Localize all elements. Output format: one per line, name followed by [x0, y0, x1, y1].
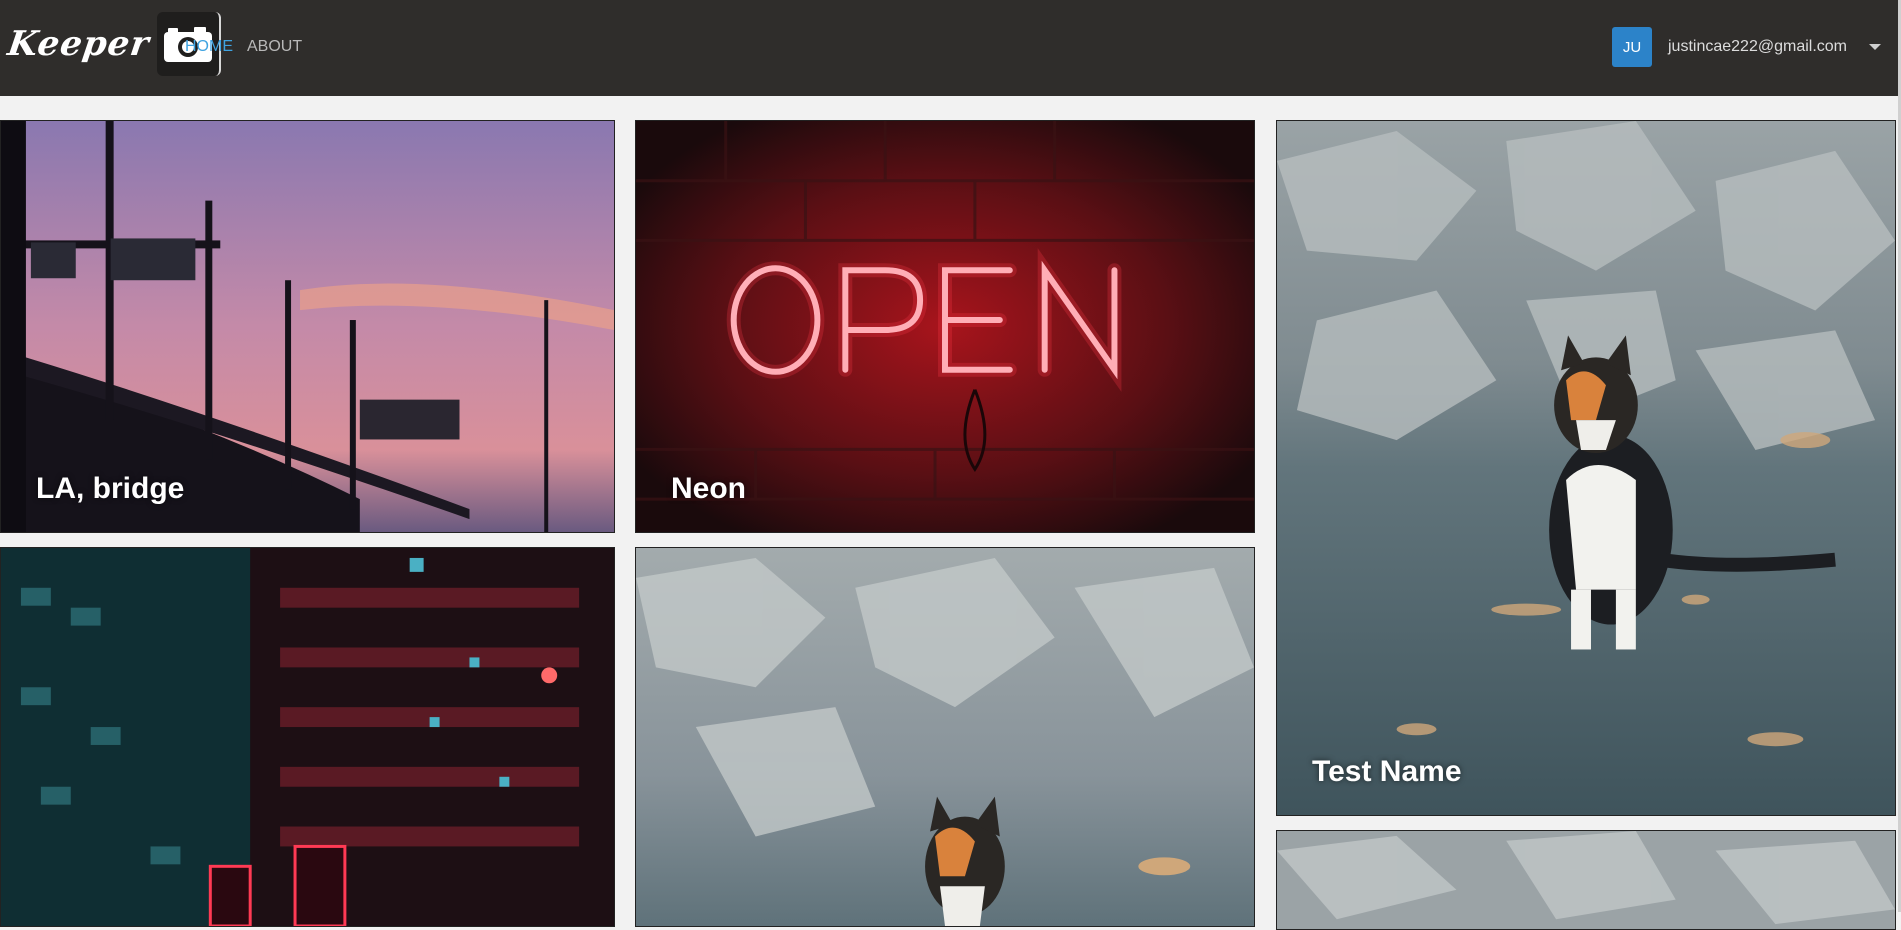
- gallery-card-test-name[interactable]: Test Name: [1276, 120, 1896, 816]
- user-email: justincae222@gmail.com: [1668, 38, 1847, 55]
- gallery-card-neon[interactable]: Neon: [635, 120, 1255, 533]
- gallery-card-cat-2[interactable]: [635, 547, 1255, 927]
- night-city-image: [1, 548, 614, 926]
- gallery-card-6[interactable]: [1276, 830, 1896, 930]
- rock-image: [1277, 831, 1895, 929]
- card-title: Test Name: [1312, 755, 1462, 788]
- calico-cat-image: [1277, 121, 1895, 815]
- nav-home-link[interactable]: HOME: [185, 38, 233, 56]
- brand-name: Keeper: [5, 24, 153, 64]
- neon-open-sign-image: [636, 121, 1254, 532]
- main-nav: HOME ABOUT: [185, 38, 302, 56]
- calico-cat-image-2: [636, 548, 1254, 926]
- user-menu[interactable]: JU justincae222@gmail.com: [1612, 27, 1881, 67]
- nav-about-link[interactable]: ABOUT: [247, 38, 302, 56]
- avatar[interactable]: JU: [1612, 27, 1652, 67]
- gallery-card-night-city[interactable]: [0, 547, 615, 927]
- card-title: Neon: [671, 472, 746, 505]
- sunset-bridge-image: [1, 121, 614, 532]
- card-title: LA, bridge: [36, 472, 185, 505]
- gallery-card-la-bridge[interactable]: LA, bridge: [0, 120, 615, 533]
- caret-down-icon[interactable]: [1869, 44, 1881, 50]
- navbar: Keeper HOME ABOUT JU justincae222@gmail.…: [0, 0, 1901, 96]
